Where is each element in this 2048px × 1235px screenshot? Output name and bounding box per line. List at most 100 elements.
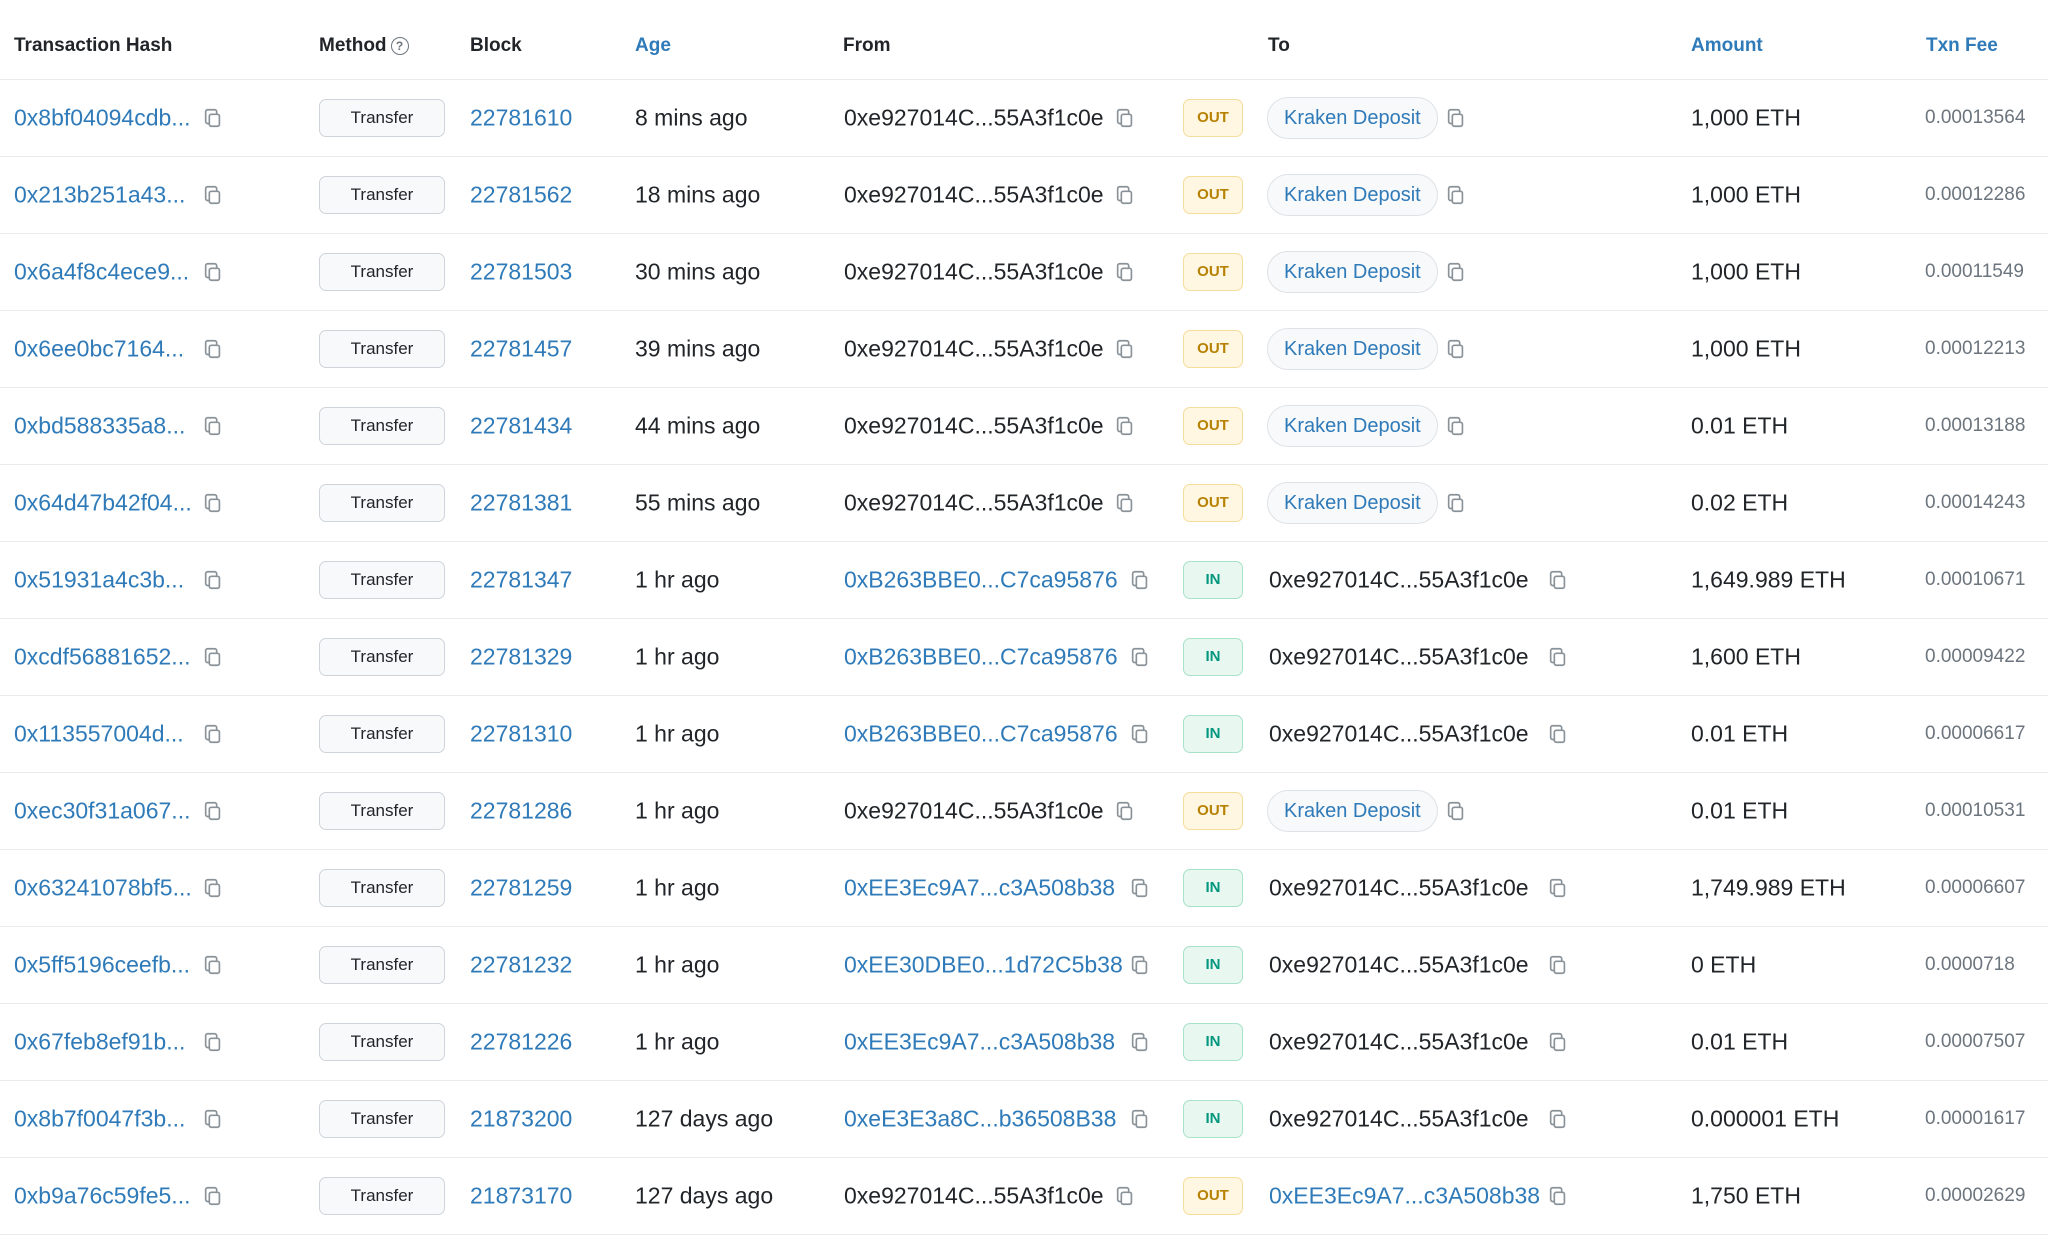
from-address[interactable]: 0xeE3E3a8C...b36508B38 bbox=[844, 1106, 1116, 1133]
from-address[interactable]: 0xEE3Ec9A7...c3A508b38 bbox=[844, 1029, 1115, 1056]
copy-icon[interactable] bbox=[1445, 261, 1467, 283]
copy-icon[interactable] bbox=[202, 1108, 224, 1130]
copy-icon[interactable] bbox=[1129, 877, 1151, 899]
copy-icon[interactable] bbox=[202, 1185, 224, 1207]
from-address[interactable]: 0xB263BBE0...C7ca95876 bbox=[844, 644, 1118, 671]
copy-icon[interactable] bbox=[1547, 646, 1569, 668]
transaction-hash-link[interactable]: 0x5ff5196ceefb... bbox=[14, 952, 190, 979]
copy-icon[interactable] bbox=[1547, 1185, 1569, 1207]
transaction-hash-link[interactable]: 0x6ee0bc7164... bbox=[14, 336, 184, 363]
copy-icon[interactable] bbox=[1547, 954, 1569, 976]
transaction-hash-link[interactable]: 0xb9a76c59fe5... bbox=[14, 1183, 190, 1210]
copy-icon[interactable] bbox=[202, 646, 224, 668]
from-address[interactable]: 0xEE3Ec9A7...c3A508b38 bbox=[844, 875, 1115, 902]
copy-icon[interactable] bbox=[202, 723, 224, 745]
block-link[interactable]: 22781259 bbox=[470, 875, 572, 902]
copy-icon[interactable] bbox=[1445, 415, 1467, 437]
copy-icon[interactable] bbox=[1114, 107, 1136, 129]
block-link[interactable]: 22781329 bbox=[470, 644, 572, 671]
copy-icon[interactable] bbox=[1114, 415, 1136, 437]
transaction-hash-link[interactable]: 0xcdf56881652... bbox=[14, 644, 190, 671]
transaction-hash-link[interactable]: 0xec30f31a067... bbox=[14, 798, 190, 825]
copy-icon[interactable] bbox=[1114, 800, 1136, 822]
from-address: 0xe927014C...55A3f1c0e bbox=[844, 797, 1104, 824]
transaction-hash-link[interactable]: 0x6a4f8c4ece9... bbox=[14, 259, 189, 286]
copy-icon[interactable] bbox=[1547, 723, 1569, 745]
block-link[interactable]: 22781310 bbox=[470, 721, 572, 748]
copy-icon[interactable] bbox=[1114, 338, 1136, 360]
block-link[interactable]: 22781503 bbox=[470, 259, 572, 286]
copy-icon[interactable] bbox=[1445, 800, 1467, 822]
copy-icon[interactable] bbox=[202, 338, 224, 360]
copy-icon[interactable] bbox=[1445, 492, 1467, 514]
copy-icon[interactable] bbox=[1547, 1031, 1569, 1053]
header-age[interactable]: Age bbox=[635, 35, 671, 57]
copy-icon[interactable] bbox=[1114, 492, 1136, 514]
block-link[interactable]: 22781347 bbox=[470, 567, 572, 594]
copy-icon[interactable] bbox=[1445, 184, 1467, 206]
copy-icon[interactable] bbox=[202, 261, 224, 283]
block-link[interactable]: 22781434 bbox=[470, 413, 572, 440]
to-name-tag[interactable]: Kraken Deposit bbox=[1267, 174, 1438, 216]
copy-icon[interactable] bbox=[1129, 954, 1151, 976]
copy-icon[interactable] bbox=[1129, 723, 1151, 745]
copy-icon[interactable] bbox=[202, 800, 224, 822]
copy-icon[interactable] bbox=[202, 492, 224, 514]
block-link[interactable]: 22781610 bbox=[470, 105, 572, 132]
copy-icon[interactable] bbox=[202, 107, 224, 129]
to-name-tag[interactable]: Kraken Deposit bbox=[1267, 790, 1438, 832]
copy-icon[interactable] bbox=[202, 1031, 224, 1053]
copy-icon[interactable] bbox=[202, 569, 224, 591]
copy-icon[interactable] bbox=[1547, 569, 1569, 591]
transaction-hash-link[interactable]: 0x63241078bf5... bbox=[14, 875, 192, 902]
method-badge: Transfer bbox=[319, 638, 445, 676]
table-row: 0x64d47b42f04... Transfer 22781381 55 mins … bbox=[0, 465, 2048, 542]
transaction-hash-link[interactable]: 0x113557004d... bbox=[14, 721, 184, 748]
header-amount[interactable]: Amount bbox=[1691, 35, 1763, 57]
to-address[interactable]: 0xEE3Ec9A7...c3A508b38 bbox=[1269, 1183, 1540, 1210]
copy-icon[interactable] bbox=[1114, 184, 1136, 206]
header-txn-fee[interactable]: Txn Fee bbox=[1926, 35, 1998, 57]
block-link[interactable]: 22781562 bbox=[470, 182, 572, 209]
copy-icon[interactable] bbox=[1129, 1108, 1151, 1130]
block-link[interactable]: 22781232 bbox=[470, 952, 572, 979]
to-address: 0xe927014C...55A3f1c0e bbox=[1269, 643, 1529, 670]
transaction-hash-link[interactable]: 0x8bf04094cdb... bbox=[14, 105, 190, 132]
to-name-tag[interactable]: Kraken Deposit bbox=[1267, 482, 1438, 524]
transaction-hash-link[interactable]: 0x67feb8ef91b... bbox=[14, 1029, 185, 1056]
copy-icon[interactable] bbox=[1547, 1108, 1569, 1130]
to-name-tag[interactable]: Kraken Deposit bbox=[1267, 251, 1438, 293]
copy-icon[interactable] bbox=[1445, 338, 1467, 360]
transaction-hash-link[interactable]: 0xbd588335a8... bbox=[14, 413, 185, 440]
to-name-tag[interactable]: Kraken Deposit bbox=[1267, 405, 1438, 447]
transaction-hash-link[interactable]: 0x51931a4c3b... bbox=[14, 567, 184, 594]
copy-icon[interactable] bbox=[1547, 877, 1569, 899]
block-link[interactable]: 22781457 bbox=[470, 336, 572, 363]
transaction-hash-link[interactable]: 0x64d47b42f04... bbox=[14, 490, 192, 517]
question-mark-icon[interactable]: ? bbox=[390, 37, 409, 55]
block-link[interactable]: 22781381 bbox=[470, 490, 572, 517]
block-link[interactable]: 22781286 bbox=[470, 798, 572, 825]
transaction-hash-link[interactable]: 0x213b251a43... bbox=[14, 182, 185, 209]
copy-icon[interactable] bbox=[1445, 107, 1467, 129]
copy-icon[interactable] bbox=[202, 184, 224, 206]
copy-icon[interactable] bbox=[1114, 261, 1136, 283]
to-name-tag[interactable]: Kraken Deposit bbox=[1267, 328, 1438, 370]
from-address[interactable]: 0xEE30DBE0...1d72C5b38 bbox=[844, 952, 1123, 979]
block-link[interactable]: 21873200 bbox=[470, 1106, 572, 1133]
to-name-tag[interactable]: Kraken Deposit bbox=[1267, 97, 1438, 139]
copy-icon[interactable] bbox=[1129, 569, 1151, 591]
table-row: 0xec30f31a067... Transfer 22781286 1 hr ago… bbox=[0, 773, 2048, 850]
copy-icon[interactable] bbox=[202, 415, 224, 437]
direction-badge: IN bbox=[1183, 946, 1243, 984]
from-address[interactable]: 0xB263BBE0...C7ca95876 bbox=[844, 567, 1118, 594]
block-link[interactable]: 22781226 bbox=[470, 1029, 572, 1056]
copy-icon[interactable] bbox=[1129, 1031, 1151, 1053]
copy-icon[interactable] bbox=[1129, 646, 1151, 668]
from-address[interactable]: 0xB263BBE0...C7ca95876 bbox=[844, 721, 1118, 748]
copy-icon[interactable] bbox=[1114, 1185, 1136, 1207]
transaction-hash-link[interactable]: 0x8b7f0047f3b... bbox=[14, 1106, 185, 1133]
copy-icon[interactable] bbox=[202, 954, 224, 976]
copy-icon[interactable] bbox=[202, 877, 224, 899]
block-link[interactable]: 21873170 bbox=[470, 1183, 572, 1210]
